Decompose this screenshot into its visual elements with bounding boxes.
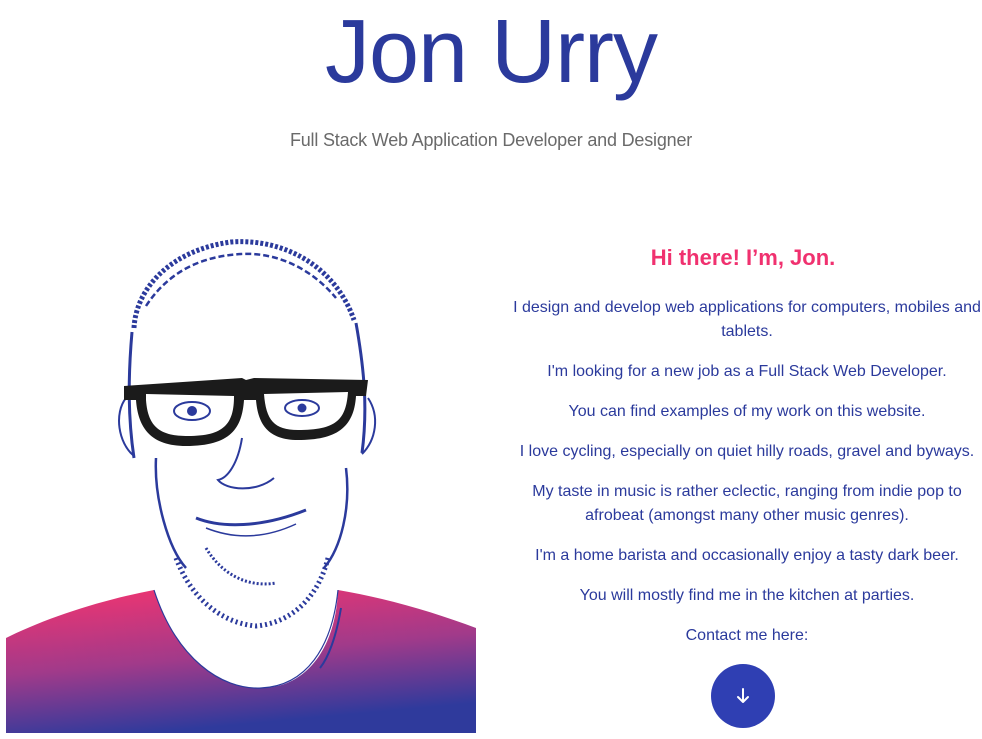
about-paragraph: You can find examples of my work on this… — [568, 403, 926, 420]
about-section: Hi there! I’m, Jon. I design and develop… — [507, 240, 981, 644]
arrow-down-icon — [737, 688, 749, 703]
site-subtitle: Full Stack Web Application Developer and… — [289, 130, 693, 150]
portrait-illustration — [6, 239, 476, 733]
about-paragraph: I design and develop web applications fo… — [513, 299, 981, 340]
about-paragraph: I love cycling, especially on quiet hill… — [519, 443, 975, 460]
about-paragraph: I'm a home barista and occasionally enjo… — [535, 547, 959, 564]
mouth — [195, 508, 307, 527]
scroll-down-button[interactable] — [711, 664, 775, 728]
about-paragraph: I'm looking for a new job as a Full Stac… — [547, 363, 947, 380]
glasses — [124, 378, 368, 446]
about-paragraph: My taste in music is rather eclectic, ra… — [532, 483, 962, 524]
contact-prompt: Contact me here: — [685, 627, 809, 644]
site-title: Jon Urry — [324, 2, 658, 102]
greeting-heading: Hi there! I’m, Jon. — [650, 245, 836, 270]
about-paragraph: You will mostly find me in the kitchen a… — [579, 587, 915, 604]
hair — [131, 239, 357, 329]
